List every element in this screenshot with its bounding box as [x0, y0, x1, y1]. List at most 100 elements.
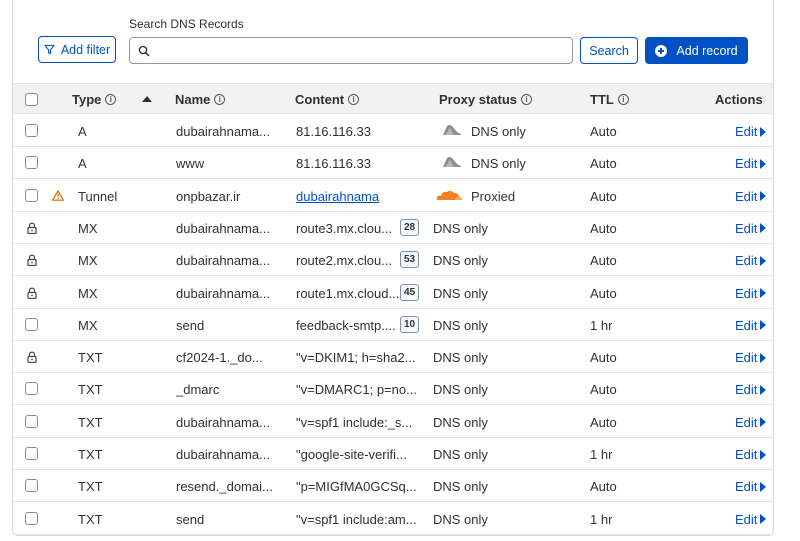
record-ttl: Auto [590, 350, 617, 366]
table-row: Adubairahnama... 81.16.116.33 DNS only Auto… [13, 115, 773, 147]
info-icon[interactable]: i [105, 94, 117, 105]
expand-arrow-icon [760, 481, 767, 492]
record-name: www [176, 156, 205, 172]
info-icon[interactable]: i [214, 94, 226, 105]
row-checkbox[interactable] [25, 188, 38, 202]
proxy-status: DNS only [433, 253, 488, 269]
row-checkbox[interactable] [25, 124, 38, 137]
edit-link[interactable]: Edit [735, 479, 767, 495]
info-icon[interactable]: i [521, 94, 533, 105]
record-content: "v=DMARC1; p=no... [296, 382, 417, 398]
record-name: dubairahnama... [176, 285, 270, 301]
proxy-status: DNS only [433, 382, 488, 398]
record-content: 81.16.116.33 [296, 124, 371, 139]
row-checkbox[interactable] [25, 317, 38, 331]
record-ttl: Auto [590, 253, 617, 269]
record-name: dubairahnama... [176, 253, 270, 269]
edit-label: Edit [735, 220, 758, 236]
sort-ascending-icon[interactable] [142, 96, 152, 102]
column-proxy-status-label: Proxy status [439, 92, 518, 107]
expand-arrow-icon [760, 191, 767, 202]
select-all-checkbox[interactable] [25, 93, 38, 106]
expand-arrow-icon [760, 223, 767, 234]
search-label: Search DNS Records [129, 17, 244, 31]
info-icon[interactable]: i [348, 94, 360, 105]
priority-badge: 45 [400, 283, 419, 301]
column-proxy-status[interactable]: Proxy status i [439, 92, 533, 107]
edit-link[interactable]: Edit [735, 382, 767, 397]
warning-icon [52, 189, 64, 201]
record-ttl: Auto [590, 285, 617, 301]
column-actions: Actions [715, 92, 763, 107]
record-name: dubairahnama... [176, 414, 270, 430]
column-name[interactable]: Name i [175, 92, 226, 107]
search-field[interactable] [129, 37, 573, 64]
row-checkbox[interactable] [25, 382, 38, 396]
proxied-cloud-icon [436, 190, 462, 200]
expand-arrow-icon [760, 417, 767, 428]
edit-link[interactable]: Edit [735, 220, 767, 236]
edit-link[interactable]: Edit [735, 156, 767, 171]
edit-link[interactable]: Edit [735, 124, 767, 139]
table-row: TXT dubairahnama... "v=spf1 include:_s... D… [13, 406, 773, 438]
record-content: "v=spf1 include:_s... [296, 414, 413, 430]
table-row: TXT resend._domai... "p=MIGfMA0GCSq... DNS … [13, 470, 773, 503]
edit-link[interactable]: Edit [735, 189, 767, 204]
expand-arrow-icon [760, 384, 767, 395]
search-button[interactable]: Search [580, 37, 638, 64]
edit-link[interactable]: Edit [735, 317, 767, 333]
add-filter-button[interactable]: Add filter [38, 36, 116, 63]
record-type: A [78, 156, 87, 172]
edit-link[interactable]: Edit [735, 285, 767, 301]
edit-link[interactable]: Edit [735, 447, 767, 462]
record-type: TXT [78, 479, 103, 495]
table-row: Awww 81.16.116.33 DNS only Auto Edit [13, 147, 773, 180]
edit-link[interactable]: Edit [735, 253, 767, 268]
edit-link[interactable]: Edit [735, 415, 767, 430]
record-name: onpbazar.ir [176, 188, 241, 204]
column-content[interactable]: Content i [295, 92, 360, 107]
row-checkbox[interactable] [25, 479, 38, 493]
add-record-button[interactable]: Add record [645, 37, 748, 64]
add-filter-label: Add filter [60, 42, 111, 57]
record-name: cf2024-1._do... [176, 350, 263, 366]
dns-only-cloud-icon [437, 157, 462, 168]
record-type: TXT [78, 350, 103, 366]
filter-icon [44, 44, 55, 55]
edit-link[interactable]: Edit [735, 512, 767, 527]
row-checkbox[interactable] [25, 156, 38, 170]
record-content: "v=DKIM1; h=sha2... [296, 350, 416, 366]
plus-circle-icon [655, 44, 668, 57]
proxy-status: DNS only [433, 447, 488, 462]
record-name: _dmarc [176, 382, 220, 398]
column-actions-label: Actions [715, 92, 763, 107]
record-name: send [176, 317, 205, 333]
column-ttl[interactable]: TTL i [590, 92, 629, 107]
row-checkbox[interactable] [25, 447, 38, 460]
edit-label: Edit [735, 317, 758, 333]
search-icon [138, 45, 150, 57]
row-checkbox[interactable] [25, 511, 38, 525]
proxy-status: DNS only [433, 414, 488, 430]
record-type: TXT [78, 511, 103, 527]
expand-arrow-icon [760, 514, 767, 525]
proxy-status: DNS only [433, 317, 488, 333]
edit-link[interactable]: Edit [735, 350, 767, 365]
column-type[interactable]: Type i [72, 92, 117, 107]
edit-label: Edit [735, 285, 758, 301]
record-type: TXT [78, 447, 103, 462]
expand-arrow-icon [760, 288, 767, 298]
info-icon[interactable]: i [617, 94, 629, 105]
proxy-status: DNS only [433, 479, 488, 495]
proxy-status: DNS only [471, 156, 526, 172]
proxy-status: Proxied [471, 188, 516, 204]
record-ttl: Auto [590, 220, 617, 236]
row-checkbox[interactable] [25, 414, 38, 428]
edit-label: Edit [735, 479, 758, 495]
record-ttl: Auto [590, 188, 617, 204]
table-row: MX dubairahnama... route1.mx.cloud... 45 DNS… [13, 277, 773, 309]
record-content[interactable]: dubairahnama [296, 189, 421, 204]
search-input[interactable] [156, 43, 572, 58]
expand-arrow-icon [760, 320, 767, 331]
record-type: MX [78, 253, 98, 269]
